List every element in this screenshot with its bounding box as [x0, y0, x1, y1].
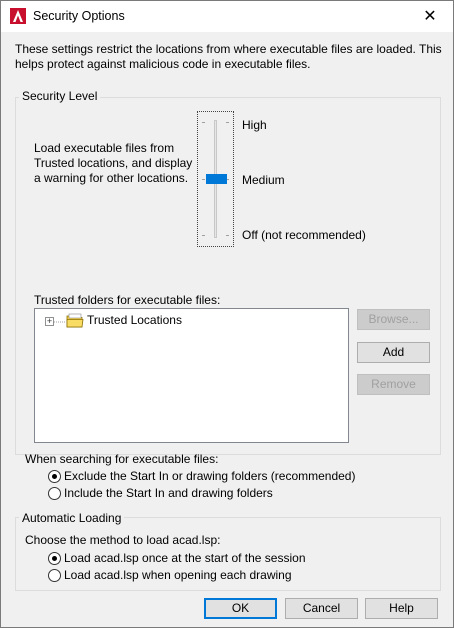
include-start-in-label[interactable]: Include the Start In and drawing folders	[64, 486, 273, 500]
slider-tick	[202, 179, 205, 180]
title-bar: Security Options ✕	[1, 1, 453, 32]
exclude-start-in-radio[interactable]	[48, 470, 61, 483]
tree-connector	[54, 321, 66, 323]
security-level-description: Load executable files from Trusted locat…	[34, 141, 193, 185]
radio-selected-dot	[52, 474, 57, 479]
load-once-radio[interactable]	[48, 552, 61, 565]
cancel-button-label: Cancel	[302, 601, 341, 615]
window-title: Security Options	[33, 9, 125, 23]
security-options-dialog: Security Options ✕ These settings restri…	[0, 0, 454, 628]
plus-box-icon[interactable]: +	[45, 317, 54, 326]
ok-button-label: OK	[231, 601, 250, 615]
load-method-prompt: Choose the method to load acad.lsp:	[25, 533, 221, 547]
load-each-drawing-label[interactable]: Load acad.lsp when opening each drawing	[64, 568, 292, 582]
security-level-slider[interactable]	[197, 111, 234, 247]
slider-thumb[interactable]	[206, 174, 227, 184]
close-button[interactable]: ✕	[407, 1, 453, 32]
browse-button-label: Browse...	[368, 312, 419, 326]
autocad-a-icon	[10, 8, 26, 24]
help-button[interactable]: Help	[365, 598, 438, 619]
load-each-drawing-radio[interactable]	[48, 569, 61, 582]
trusted-folders-tree[interactable]: + Trusted Locations	[34, 308, 349, 443]
trusted-folders-label: Trusted folders for executable files:	[34, 293, 221, 307]
search-options-label: When searching for executable files:	[25, 452, 219, 466]
include-start-in-radio[interactable]	[48, 487, 61, 500]
slider-tick	[226, 235, 229, 236]
load-once-label[interactable]: Load acad.lsp once at the start of the s…	[64, 551, 306, 565]
help-button-label: Help	[389, 601, 414, 615]
intro-text: These settings restrict the locations fr…	[15, 42, 442, 71]
remove-button-label: Remove	[371, 377, 416, 391]
level-medium-label: Medium	[242, 173, 285, 187]
tree-item-trusted-locations[interactable]: Trusted Locations	[87, 313, 182, 327]
browse-button[interactable]: Browse...	[357, 309, 430, 330]
slider-tick	[202, 122, 205, 123]
radio-selected-dot	[52, 556, 57, 561]
cancel-button[interactable]: Cancel	[285, 598, 358, 619]
folder-icon	[66, 313, 84, 328]
ok-button[interactable]: OK	[204, 598, 277, 619]
level-off-label: Off (not recommended)	[242, 228, 366, 242]
add-button[interactable]: Add	[357, 342, 430, 363]
add-button-label: Add	[382, 345, 405, 359]
remove-button[interactable]: Remove	[357, 374, 430, 395]
security-level-label: Security Level	[19, 89, 101, 103]
slider-tick	[202, 235, 205, 236]
automatic-loading-label: Automatic Loading	[19, 511, 125, 525]
slider-tick	[226, 122, 229, 123]
level-high-label: High	[242, 118, 267, 132]
exclude-start-in-label[interactable]: Exclude the Start In or drawing folders …	[64, 469, 355, 483]
close-icon: ✕	[423, 8, 437, 25]
